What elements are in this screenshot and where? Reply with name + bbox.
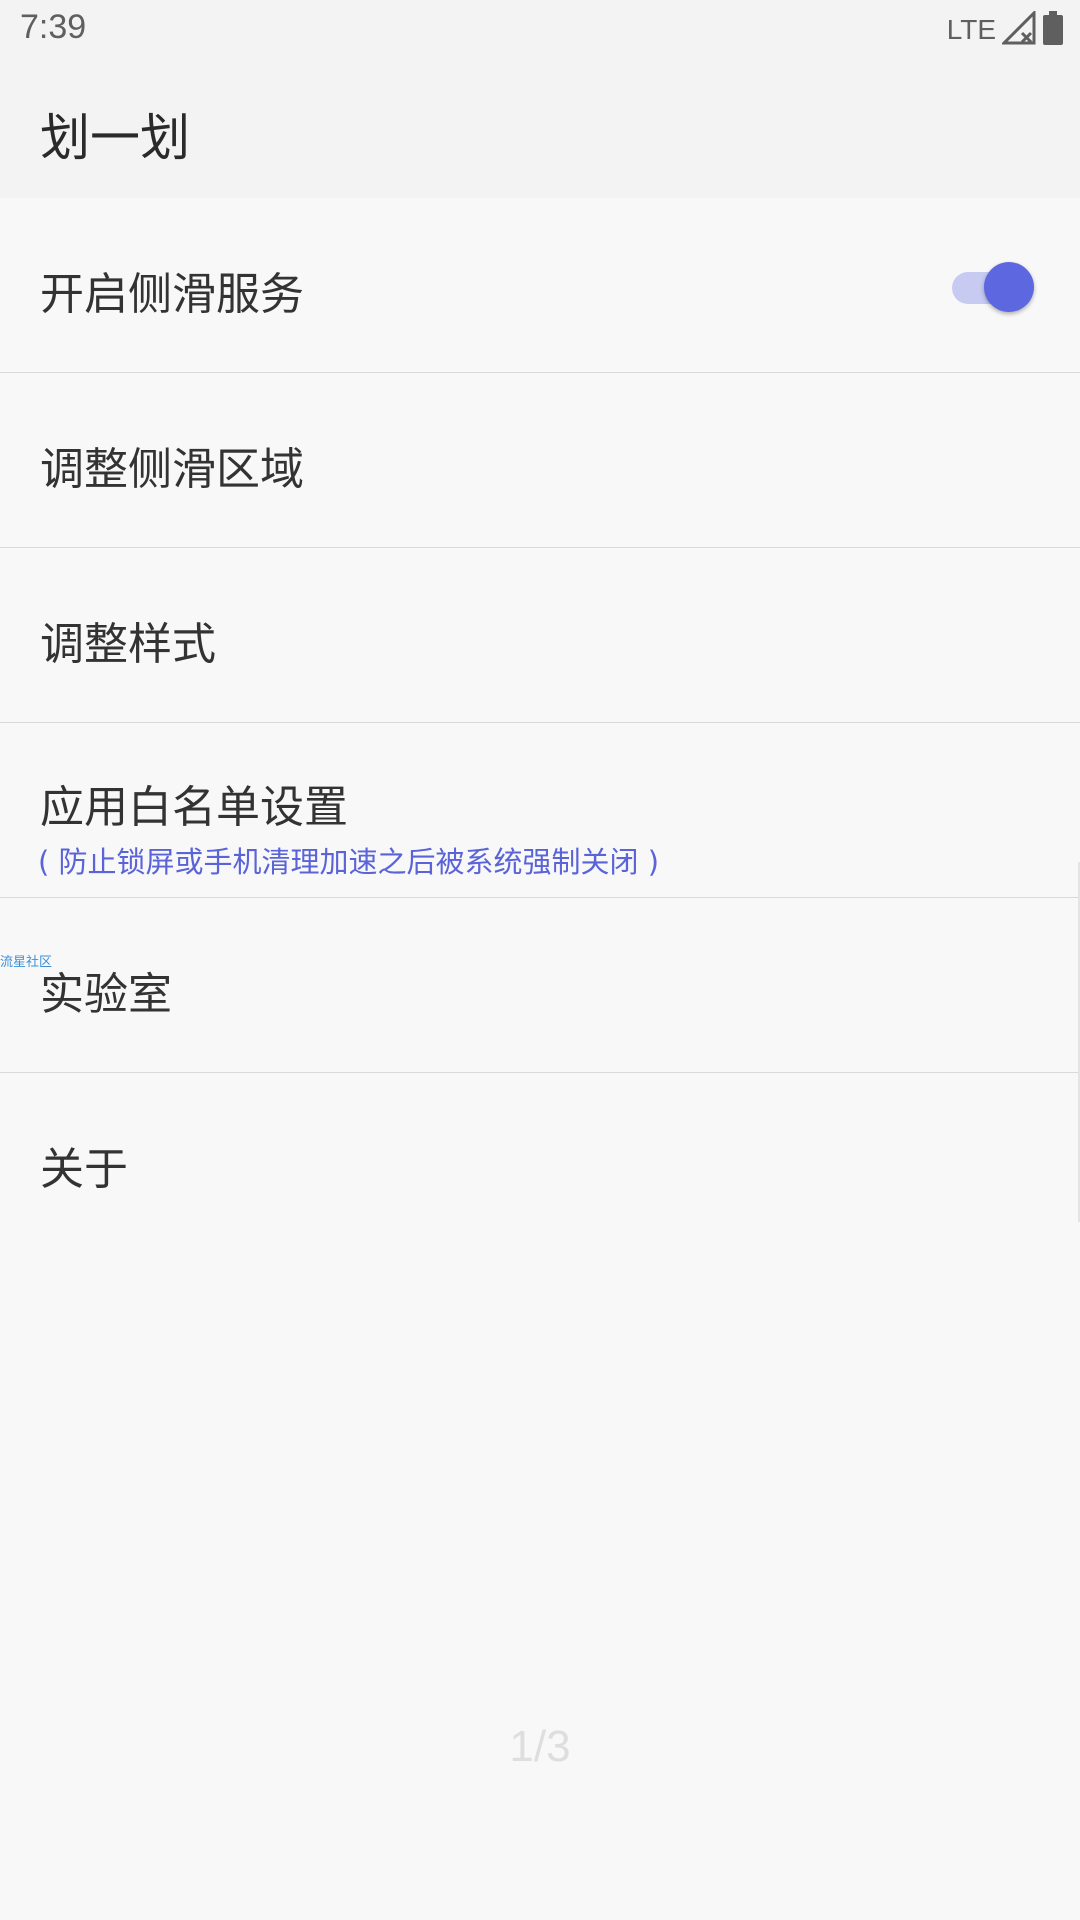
settings-item-app-whitelist[interactable]: 应用白名单设置 ( 防止锁屏或手机清理加速之后被系统强制关闭 ): [0, 723, 1080, 898]
settings-item-label: 应用白名单设置: [40, 782, 348, 833]
settings-item-label: 调整样式: [40, 619, 216, 670]
settings-item-enable-swipe-service[interactable]: 开启侧滑服务: [0, 198, 1080, 373]
page-title: 划一划: [40, 109, 190, 167]
status-time: 7:39: [20, 8, 87, 46]
app-bar: 划一划: [0, 60, 1080, 198]
swipe-service-toggle[interactable]: [952, 260, 1034, 312]
settings-item-adjust-swipe-area[interactable]: 调整侧滑区域: [0, 373, 1080, 548]
settings-item-label: 调整侧滑区域: [40, 444, 304, 495]
settings-item-label: 关于: [40, 1144, 128, 1195]
battery-icon: [1042, 11, 1064, 49]
settings-item-label: 开启侧滑服务: [40, 269, 304, 320]
toggle-thumb: [984, 262, 1034, 312]
settings-item-adjust-style[interactable]: 调整样式: [0, 548, 1080, 723]
status-bar: 7:39 LTE: [0, 0, 1080, 60]
status-icons: LTE: [946, 9, 1064, 49]
settings-item-lab[interactable]: 实验室: [0, 898, 1080, 1073]
page-indicator: 1/3: [509, 1722, 571, 1771]
settings-item-subtitle: ( 防止锁屏或手机清理加速之后被系统强制关闭 ): [38, 845, 660, 879]
watermark-label: 流星社区: [0, 955, 53, 970]
settings-item-about[interactable]: 关于: [0, 1073, 1080, 1248]
signal-no-service-icon: [1000, 9, 1036, 49]
network-type-label: LTE: [946, 14, 996, 45]
screen: 7:39 LTE 划一划 开启侧滑服务 调整侧滑区域 调整样式 应用白名单设置 …: [0, 0, 1080, 1920]
settings-list: 开启侧滑服务 调整侧滑区域 调整样式 应用白名单设置 ( 防止锁屏或手机清理加速…: [0, 198, 1080, 1248]
settings-item-label: 实验室: [40, 969, 172, 1020]
